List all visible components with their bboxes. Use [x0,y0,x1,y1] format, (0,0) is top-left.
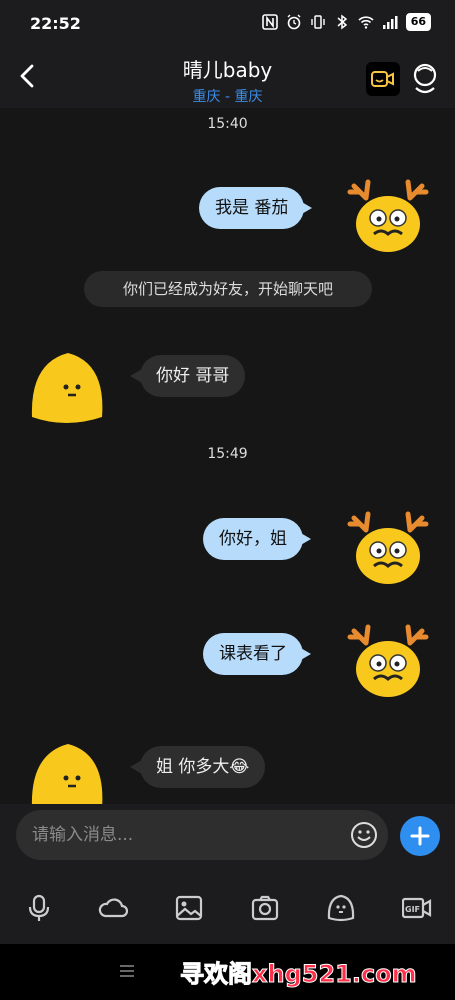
my-message-bubble[interactable]: 你好，姐 [203,518,311,560]
nfc-icon [261,14,278,30]
camera-icon[interactable] [250,894,280,922]
system-nav-bar: 寻欢阁xhg521.com [0,944,455,1000]
cloud-icon[interactable] [98,894,128,922]
video-call-button[interactable] [366,62,400,96]
system-notice: 你们已经成为好友，开始聊天吧 [84,271,372,307]
wifi-icon [358,16,374,29]
composer [0,804,455,868]
status-bar: 22:52 66 [0,0,455,48]
video-call-icon [371,71,394,87]
chat-header: 晴儿baby 重庆 - 重庆 [0,48,455,108]
timestamp: 15:49 [207,446,248,462]
contact-message-bubble[interactable]: 你好 哥哥 [129,355,246,397]
my-avatar[interactable] [346,613,430,699]
alarm-icon [287,14,301,30]
watermark: 寻欢阁xhg521.com [180,960,418,989]
mic-icon[interactable] [24,894,54,922]
contact-avatar[interactable] [26,351,110,437]
gif-icon[interactable]: GIF [402,894,432,922]
emoji-icon[interactable] [350,821,378,849]
plus-icon [410,826,430,846]
status-time: 22:52 [30,14,81,33]
sticker-icon[interactable] [326,894,356,922]
bluetooth-icon [337,14,347,30]
message-input[interactable] [32,810,342,860]
contact-avatar[interactable] [26,742,110,804]
input-toolbar: GIF [0,868,455,944]
image-icon[interactable] [174,894,204,922]
more-actions-button[interactable] [400,816,440,856]
message-input-container [16,810,388,860]
svg-text:GIF: GIF [405,905,420,914]
battery-indicator: 66 [405,13,431,31]
vibrate-icon [310,15,325,29]
timestamp: 15:40 [207,116,248,132]
message-list[interactable]: 15:40 我是 番茄 你们已经成为好友，开始聊天吧 你好 哥哥 15:49 你… [0,108,455,804]
my-avatar[interactable] [346,168,430,254]
my-message-bubble[interactable]: 我是 番茄 [199,187,313,229]
profile-icon[interactable] [410,62,440,94]
status-icons: 66 [261,13,431,31]
menu-icon[interactable] [118,962,136,980]
my-message-bubble[interactable]: 课表看了 [203,633,311,675]
signal-icon [382,16,398,29]
my-avatar[interactable] [346,500,430,586]
contact-message-bubble[interactable]: 姐 你多大😂 [129,746,266,788]
